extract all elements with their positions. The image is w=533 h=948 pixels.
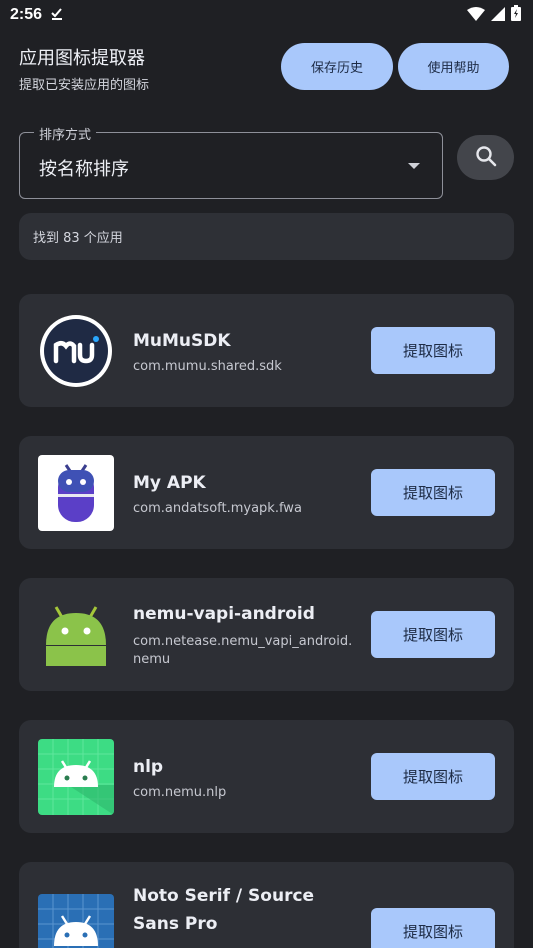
extract-icon-button[interactable]: 提取图标 — [371, 611, 495, 658]
save-history-button[interactable]: 保存历史 — [281, 43, 393, 90]
app-title: 应用图标提取器 — [19, 48, 145, 69]
app-package: com.netease.nemu_vapi_android.nemu — [133, 634, 353, 667]
app-card: nlp com.nemu.nlp 提取图标 — [19, 720, 514, 833]
extract-icon-button[interactable]: 提取图标 — [371, 753, 495, 800]
app-package: com.nemu.nlp — [133, 785, 227, 800]
app-card: My APK com.andatsoft.myapk.fwa 提取图标 — [19, 436, 514, 549]
app-name: nlp — [133, 757, 164, 777]
download-done-icon — [50, 6, 64, 25]
extract-icon-button[interactable]: 提取图标 — [371, 908, 495, 948]
android-green-icon — [38, 739, 114, 815]
app-package: com.andatsoft.myapk.fwa — [133, 501, 302, 516]
status-time: 2:56 — [10, 6, 43, 23]
extract-icon-button[interactable]: 提取图标 — [371, 469, 495, 516]
app-package: com.mumu.shared.sdk — [133, 359, 282, 374]
sort-label: 排序方式 — [34, 124, 97, 143]
search-button[interactable] — [457, 135, 514, 180]
app-name: nemu-vapi-android — [133, 604, 315, 624]
app-name: Noto Serif / Source Sans Pro — [133, 886, 315, 934]
dropdown-arrow-icon — [408, 163, 420, 169]
sort-value: 按名称排序 — [39, 159, 129, 180]
result-count: 找到 83 个应用 — [19, 213, 514, 260]
battery-icon — [511, 5, 521, 25]
android-icon — [38, 597, 114, 673]
app-name: My APK — [133, 473, 206, 493]
app-card: MuMuSDK com.mumu.shared.sdk 提取图标 — [19, 294, 514, 407]
robot-icon — [38, 455, 114, 531]
status-bar: 2:56 — [0, 0, 533, 30]
help-button[interactable]: 使用帮助 — [398, 43, 509, 90]
wifi-icon — [467, 6, 485, 25]
app-subtitle: 提取已安装应用的图标 — [19, 78, 150, 93]
cell-signal-icon — [491, 6, 505, 25]
sort-dropdown[interactable]: 排序方式 按名称排序 — [19, 124, 443, 199]
mumu-logo-icon — [38, 313, 114, 389]
app-card: Noto Serif / Source Sans Pro 提取图标 — [19, 862, 514, 948]
app-card: nemu-vapi-android com.netease.nemu_vapi_… — [19, 578, 514, 691]
extract-icon-button[interactable]: 提取图标 — [371, 327, 495, 374]
app-header: 应用图标提取器 提取已安装应用的图标 — [19, 44, 149, 93]
android-blueprint-icon — [38, 894, 114, 948]
app-name: MuMuSDK — [133, 331, 231, 351]
search-icon — [475, 145, 497, 171]
